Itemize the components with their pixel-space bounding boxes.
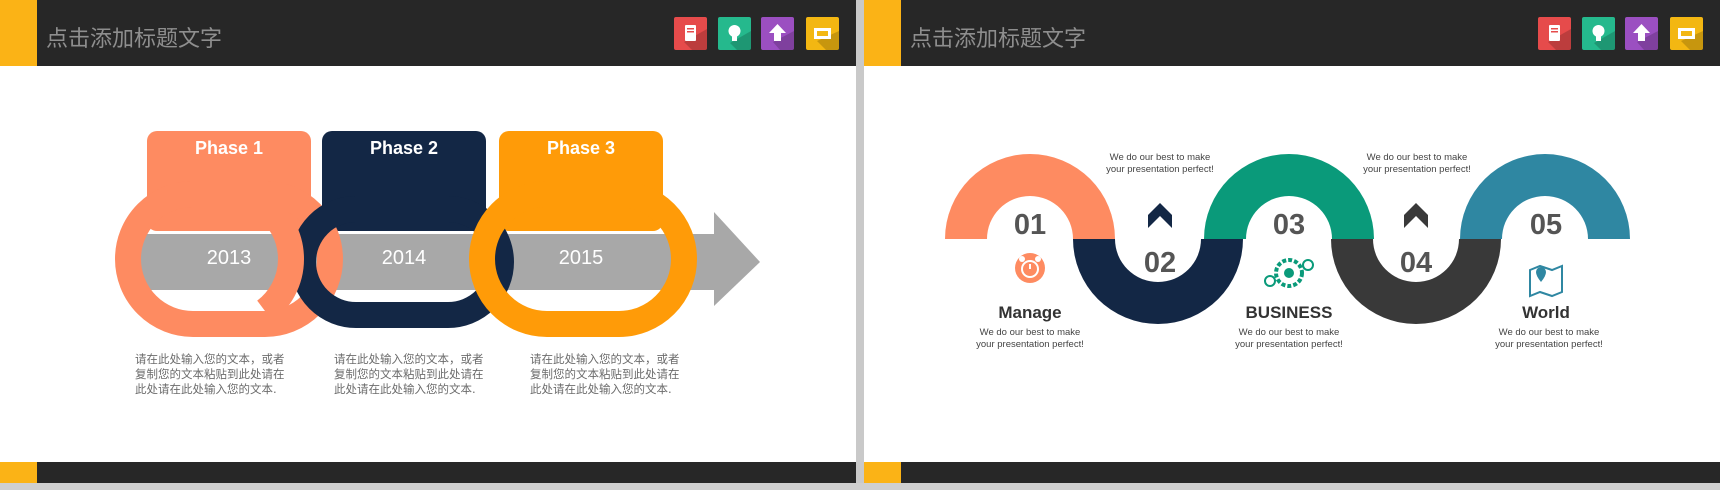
step-03-label: BUSINESS: [1246, 303, 1333, 322]
step-05-caption-line1: We do our best to make: [1499, 327, 1600, 338]
phase-1-description[interactable]: 请在此处输入您的文本，或者 复制您的文本粘贴到此处请在 此处请在此处输入您的文本…: [135, 352, 295, 397]
step-03-number: 03: [1273, 209, 1305, 241]
phase-1-label: Phase 1: [195, 138, 263, 158]
timeline-arrow-head: [714, 212, 760, 306]
step-02-number: 02: [1144, 247, 1176, 279]
step-05-number: 05: [1530, 209, 1562, 241]
step-01-number: 01: [1014, 209, 1046, 241]
step-04-caption-line2: your presentation perfect!: [1363, 164, 1471, 175]
bottom-strip: [0, 483, 1720, 490]
step-01-caption-line2: your presentation perfect!: [976, 339, 1084, 350]
step-04-caption-line1: We do our best to make: [1367, 152, 1468, 163]
gears-icon: [1264, 258, 1314, 288]
year-2013: 2013: [207, 247, 252, 269]
chevron-up-icon: [1404, 203, 1428, 228]
step-01-label: Manage: [998, 303, 1061, 322]
step-01-caption-line1: We do our best to make: [980, 327, 1081, 338]
wave-diagram: 01 02 03 04 05 We do our best to make yo…: [945, 152, 1630, 350]
map-pin-icon: [1529, 264, 1563, 298]
phase-diagram: Phase 1 Phase 2 Phase 3 2013 2014 2015: [115, 131, 760, 337]
chevron-up-icon: [1148, 203, 1172, 228]
year-2014: 2014: [382, 247, 427, 269]
step-05-label: World: [1522, 303, 1570, 322]
year-2015: 2015: [559, 247, 604, 269]
slide-left: 点击添加标题文字 Phase 1 Phase 2 Phase 3 2013 20…: [0, 0, 856, 490]
step-02-caption-line1: We do our best to make: [1110, 152, 1211, 163]
step-02-caption-line2: your presentation perfect!: [1106, 164, 1214, 175]
alarm-clock-icon: [1015, 253, 1045, 283]
phase-3-description[interactable]: 请在此处输入您的文本，或者 复制您的文本粘贴到此处请在 此处请在此处输入您的文本…: [530, 352, 690, 397]
phase-3-label: Phase 3: [547, 138, 615, 158]
step-05-caption-line2: your presentation perfect!: [1495, 339, 1603, 350]
phase-2-description[interactable]: 请在此处输入您的文本，或者 复制您的文本粘贴到此处请在 此处请在此处输入您的文本…: [334, 352, 494, 397]
step-03-caption-line1: We do our best to make: [1239, 327, 1340, 338]
slide-right: 点击添加标题文字 01 02 03 04 05 We do our best t…: [864, 0, 1720, 490]
phase-2-label: Phase 2: [370, 138, 438, 158]
step-04-number: 04: [1400, 247, 1432, 279]
step-03-caption-line2: your presentation perfect!: [1235, 339, 1343, 350]
